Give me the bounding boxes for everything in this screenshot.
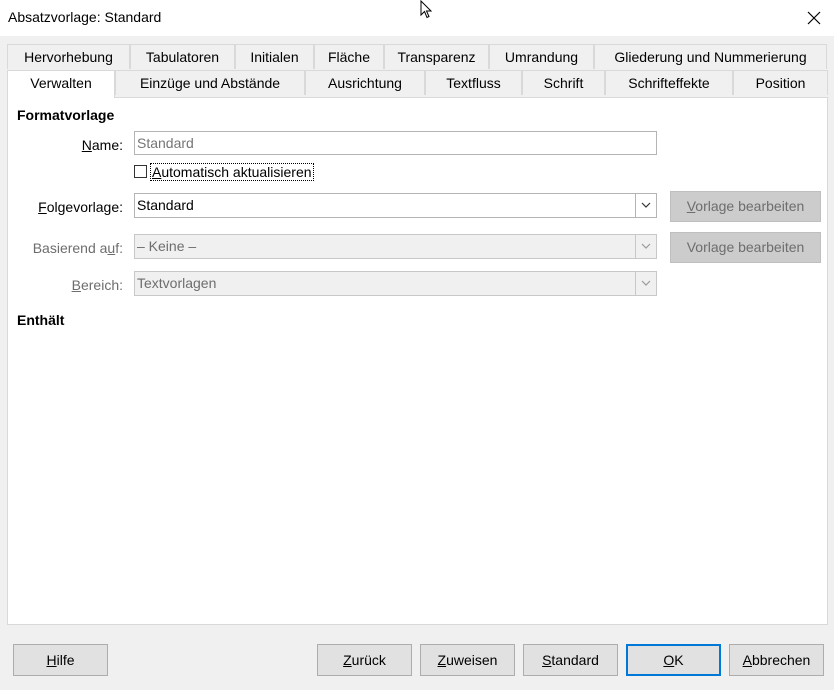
name-field[interactable]	[134, 131, 657, 155]
tab-hervorhebung[interactable]: Hervorhebung	[7, 44, 130, 69]
tab-umrandung[interactable]: Umrandung	[489, 44, 594, 69]
tab-schrift[interactable]: Schrift	[522, 70, 605, 95]
help-button[interactable]: Hilfe	[13, 644, 108, 676]
bereich-dropdown-button[interactable]	[635, 272, 656, 295]
basierend-dropdown-button[interactable]	[635, 235, 656, 258]
mouse-cursor-icon	[420, 0, 433, 19]
standard-button[interactable]: Standard	[523, 644, 618, 676]
folgevorlage-edit-button[interactable]: Vorlage bearbeiten	[670, 191, 821, 222]
tab-transparenz[interactable]: Transparenz	[384, 44, 489, 69]
ok-button[interactable]: OK	[626, 644, 721, 676]
basierend-dropdown[interactable]: – Keine –	[134, 234, 657, 259]
tab-flaeche[interactable]: Fläche	[314, 44, 384, 69]
chevron-down-icon	[641, 202, 651, 208]
tab-panel-verwalten: Formatvorlage Name: Automatisch aktualis…	[7, 97, 828, 625]
window-title: Absatzvorlage: Standard	[8, 9, 162, 25]
name-input[interactable]	[137, 132, 656, 155]
tab-tabulatoren[interactable]: Tabulatoren	[130, 44, 235, 69]
auto-update-label[interactable]: Automatisch aktualisieren	[150, 163, 314, 181]
basierend-value: – Keine –	[137, 238, 197, 254]
tab-einzuege-und-abstaende[interactable]: Einzüge und Abstände	[115, 70, 305, 95]
tab-verwalten[interactable]: Verwalten	[7, 70, 115, 98]
chevron-down-icon	[641, 243, 651, 249]
folgevorlage-value: Standard	[137, 197, 194, 213]
apply-button[interactable]: Zuweisen	[420, 644, 515, 676]
folgevorlage-dropdown[interactable]: Standard	[134, 193, 657, 218]
name-label: Name:	[81, 137, 123, 153]
close-button[interactable]	[802, 6, 826, 30]
title-bar: Absatzvorlage: Standard	[0, 0, 834, 36]
close-icon	[807, 11, 821, 25]
basierend-label: Basierend auf:	[32, 240, 123, 256]
tab-schrifteffekte[interactable]: Schrifteffekte	[605, 70, 733, 95]
tab-textfluss[interactable]: Textfluss	[425, 70, 522, 95]
bereich-value: Textvorlagen	[137, 275, 217, 291]
tab-initialen[interactable]: Initialen	[235, 44, 314, 69]
basierend-edit-button[interactable]: Vorlage bearbeiten	[670, 232, 821, 263]
bereich-dropdown[interactable]: Textvorlagen	[134, 271, 657, 296]
section-title-enthaelt: Enthält	[17, 312, 65, 328]
tab-gliederung-und-nummerierung[interactable]: Gliederung und Nummerierung	[594, 44, 827, 69]
bereich-label: Bereich:	[71, 277, 123, 293]
tab-ausrichtung[interactable]: Ausrichtung	[305, 70, 425, 95]
chevron-down-icon	[641, 280, 651, 286]
folgevorlage-label: Folgevorlage:	[38, 199, 123, 215]
auto-update-checkbox[interactable]	[134, 165, 147, 178]
section-title-formatvorlage: Formatvorlage	[17, 107, 115, 123]
folgevorlage-dropdown-button[interactable]	[635, 194, 656, 217]
cancel-button[interactable]: Abbrechen	[729, 644, 824, 676]
tab-position[interactable]: Position	[733, 70, 828, 95]
back-button[interactable]: Zurück	[317, 644, 412, 676]
